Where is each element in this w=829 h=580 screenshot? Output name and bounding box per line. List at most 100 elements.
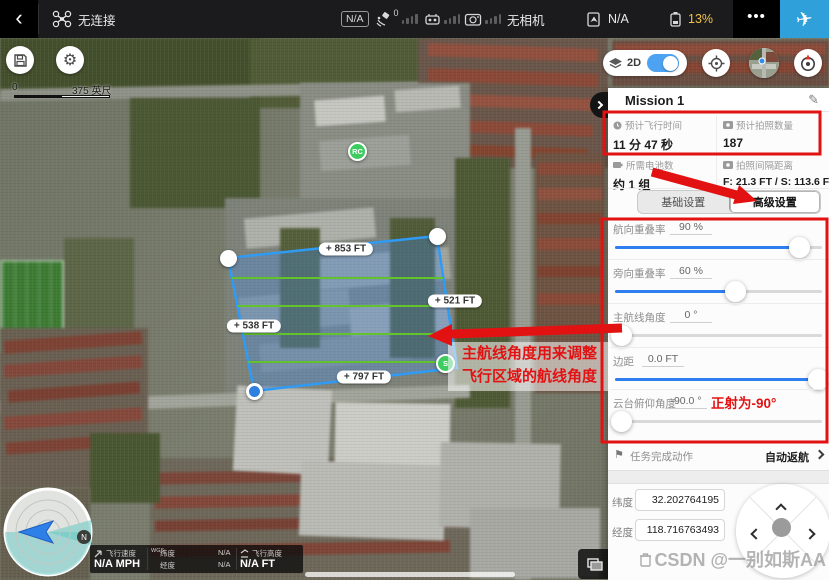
nudge-up-button[interactable] [777,500,785,518]
finish-action-label: 任务完成动作 [630,449,693,464]
back-button[interactable]: ‹ [0,0,38,38]
stat-label: 所需电池数 [626,158,674,172]
map-mode-pill[interactable]: 2D [603,50,687,76]
slider-label: 旁向重叠率 [613,266,666,281]
photo-icon [723,121,733,129]
stat-label: 预计拍照数量 [736,118,793,132]
camera-status: 无相机 [507,10,545,29]
camera-icon [464,12,482,27]
slider-value-input[interactable]: 0.0 FT [642,353,684,367]
slider-value-input[interactable]: -90.0 ° [665,395,707,409]
finish-action-value: 自动返航 [765,449,809,465]
slider-track[interactable] [615,378,822,381]
chevron-right-icon [595,101,603,109]
divider [608,259,829,260]
drone-icon [52,10,72,28]
divider [38,4,39,34]
slider-knob[interactable] [725,281,746,302]
compass-north-label: N [81,533,87,542]
latitude-label: 纬度 [612,495,633,510]
edge-distance-label-top: + 853 FT [319,243,373,256]
aircraft-status-icon [586,11,603,28]
save-mission-button[interactable] [6,46,34,74]
edit-mission-icon[interactable]: ✎ [808,92,819,108]
latitude-field[interactable]: 32.202764195 [635,489,725,511]
aircraft-battery-group: N/A [586,0,629,38]
gps-mode-badge: N/A [341,11,369,27]
divider [147,548,148,570]
slider-value-input[interactable]: 60 % [670,265,712,279]
divider [608,347,829,348]
slider-value-input[interactable]: 90 % [670,221,712,235]
satellite-icon [374,11,392,27]
tab-advanced-settings[interactable]: 高级设置 [729,191,821,213]
slider-knob[interactable] [789,237,810,258]
slider-track[interactable] [615,420,822,423]
slider-value-input[interactable]: 0 ° [670,309,712,323]
watermark: CSDN @一别如斯AA [612,546,826,572]
map-2d-label: 2D [627,57,641,69]
slider-knob[interactable] [808,369,829,390]
slider-track[interactable] [615,334,822,337]
stat-photo-count: 预计拍照数量 187 [723,118,829,150]
stat-value: 11 分 47 秒 [613,136,721,153]
mission-panel: Mission 1 ✎ 预计飞行时间 11 分 47 秒 预计拍照数量 187 … [608,88,829,580]
battery-icon [668,11,683,28]
divider [608,303,829,304]
connection-status: 无连接 [78,10,116,29]
slider-knob[interactable] [611,325,632,346]
map-layers-button[interactable] [578,549,611,579]
gimbal-annotation: 正射为-90° [711,392,776,412]
slider-track[interactable] [615,290,822,293]
telemetry-lng-label: 经度 [160,560,175,571]
compass-reset-button[interactable] [794,49,822,77]
nudge-center-button[interactable] [772,518,791,537]
chevron-right-icon [815,450,825,460]
map-2d-toggle[interactable] [647,54,679,72]
more-menu-button[interactable]: ••• [733,0,780,38]
wgs-label: WGS [151,548,159,554]
layers-icon [587,558,603,571]
slider-label: 航向重叠率 [613,222,666,237]
satellite-count: 0 [394,8,399,18]
nudge-right-button[interactable] [806,525,814,543]
annotation-line2: 飞行区域的航线角度 [448,365,611,388]
scale-bar [14,95,110,98]
section-divider [608,470,829,484]
polygon-vertex-handle[interactable] [429,228,446,245]
crosshair-icon [708,55,725,72]
settings-tabs: 基础设置 高级设置 [637,190,821,214]
nudge-left-button[interactable] [752,525,760,543]
edge-distance-label-right: + 521 FT [428,295,482,308]
slider-track[interactable] [615,246,822,249]
telemetry-lat-label: 纬度 [160,548,175,559]
altitude-icon [240,549,249,558]
locate-button[interactable] [702,49,730,77]
tab-basic-settings[interactable]: 基础设置 [638,191,729,213]
edge-distance-label-bottom: + 797 FT [337,371,391,384]
speed-icon [94,549,103,558]
scale-zero: 0 [12,82,18,93]
stat-value: F: 21.3 FT / S: 113.6 FT [723,176,829,188]
polygon-vertex-handle-selected[interactable] [246,383,263,400]
slider-label: 边距 [613,354,634,369]
flag-icon: ⚑ [614,448,624,461]
battery-small-icon [613,161,623,169]
divider [608,441,829,442]
minimap-button[interactable] [749,48,779,78]
camera-signal-bars [485,14,501,24]
stat-label: 拍照间隔距离 [736,158,793,172]
home-indicator [305,572,515,577]
polygon-vertex-handle[interactable] [220,250,237,267]
divider [608,218,829,219]
compass-icon [799,54,817,72]
takeoff-button[interactable]: ✈ [780,0,829,38]
telemetry-lng-value: N/A [218,560,231,569]
stat-label: 预计飞行时间 [625,118,682,132]
slider-knob[interactable] [611,411,632,432]
telemetry-bar: 飞行速度 N/A MPH WGS 纬度 N/A 经度 N/A 飞行高度 N/A … [90,545,303,573]
mission-settings-button[interactable]: ⚙ [56,46,84,74]
stat-value: 187 [723,136,829,150]
finish-action-row[interactable]: ⚑ 任务完成动作 自动返航 [608,444,829,470]
longitude-field[interactable]: 118.716763493 [635,519,725,541]
